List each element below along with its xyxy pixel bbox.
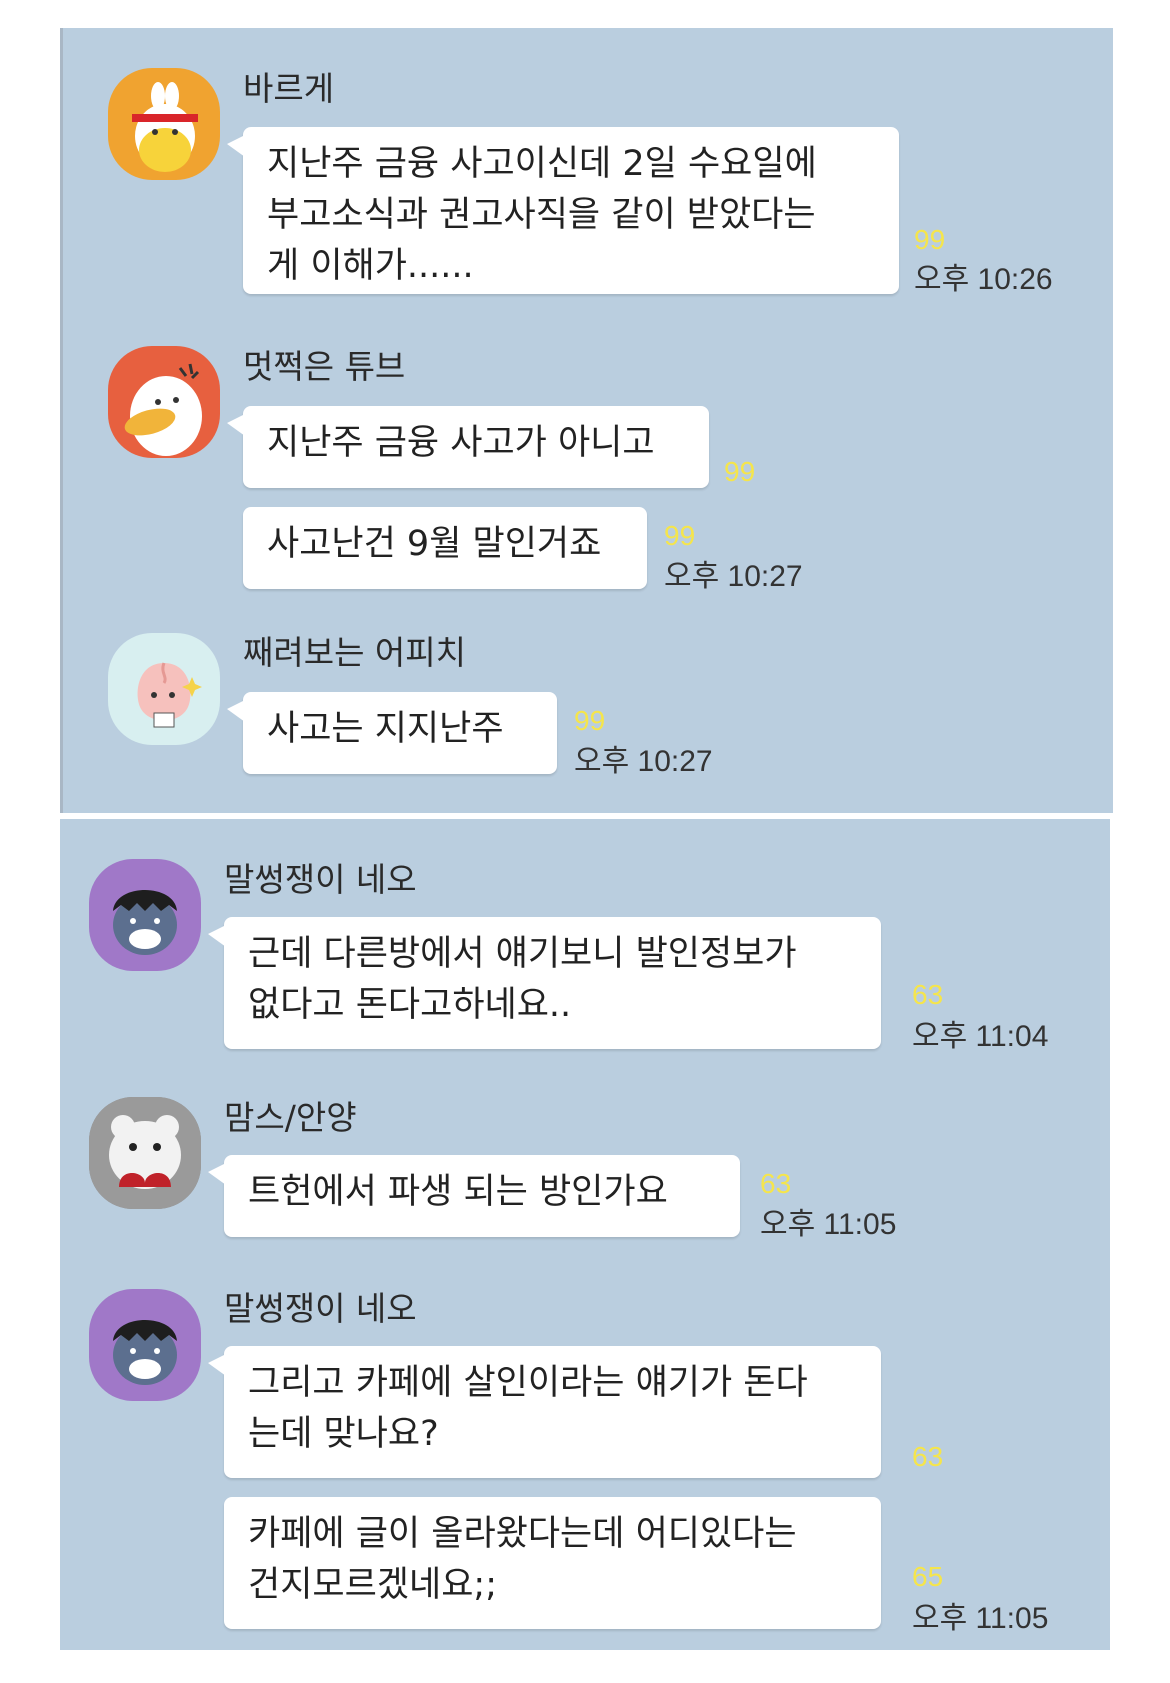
message-text: 트헌에서 파생 되는 방인가요 <box>248 1172 668 1212</box>
chat-panel-top: 바르게 지난주 금융 사고이신데 2일 수요일에 부고소식과 권고사직을 같이 … <box>60 28 1113 813</box>
sender-name: 멋쩍은 튜브 <box>243 347 406 386</box>
unread-count: 99 <box>664 520 696 551</box>
unread-count: 99 <box>724 456 756 487</box>
message-time: 오후 11:04 <box>912 1020 1049 1053</box>
message-bubble[interactable]: 근데 다른방에서 얘기보니 발인정보가 없다고 돈다고하네요.. <box>208 917 881 1049</box>
message-text: 카페에 글이 올라왔다는데 어디있다는 건지모르겠네요;; <box>248 1514 797 1605</box>
message-bubble[interactable]: 사고난건 9월 말인거죠 <box>243 507 647 589</box>
message-time: 오후 10:26 <box>914 263 1053 296</box>
unread-count: 99 <box>574 705 606 736</box>
tube-avatar-icon[interactable] <box>108 346 220 458</box>
sender-name: 맘스/안양 <box>224 1098 357 1137</box>
message-bubble[interactable]: 트헌에서 파생 되는 방인가요 <box>208 1155 740 1237</box>
message-time: 오후 11:05 <box>760 1208 897 1241</box>
unread-count: 63 <box>912 1441 944 1472</box>
neo-avatar-icon[interactable] <box>89 1289 201 1401</box>
message-text: 그리고 카페에 살인이라는 얘기가 돈다 는데 맞나요? <box>248 1363 808 1454</box>
message-text: 지난주 금융 사고가 아니고 <box>267 423 655 463</box>
message-time: 오후 11:05 <box>912 1602 1049 1635</box>
unread-count: 99 <box>914 224 946 255</box>
bear-photo-avatar[interactable] <box>89 1097 201 1209</box>
sender-name: 바르게 <box>243 69 335 108</box>
sender-name: 말썽쟁이 네오 <box>224 1289 417 1328</box>
message-text: 사고는 지지난주 <box>267 709 504 749</box>
message-text: 지난주 금융 사고이신데 2일 수요일에 부고소식과 권고사직을 같이 받았다는… <box>267 144 817 286</box>
chat-panel-bottom: 말썽쟁이 네오 근데 다른방에서 얘기보니 발인정보가 없다고 돈다고하네요..… <box>60 819 1110 1650</box>
neo-avatar-icon[interactable] <box>89 859 201 971</box>
unread-count: 63 <box>912 979 944 1010</box>
message-bubble[interactable]: 지난주 금융 사고가 아니고 <box>227 406 709 488</box>
message-time: 오후 10:27 <box>574 745 713 778</box>
message-time: 오후 10:27 <box>664 560 803 593</box>
ryan-avatar-icon[interactable] <box>108 68 220 180</box>
apeach-avatar-icon[interactable] <box>108 633 220 745</box>
message-bubble[interactable]: 카페에 글이 올라왔다는데 어디있다는 건지모르겠네요;; <box>224 1497 881 1629</box>
message-bubble[interactable]: 그리고 카페에 살인이라는 얘기가 돈다 는데 맞나요? <box>208 1346 881 1478</box>
sender-name: 째려보는 어피치 <box>243 633 467 672</box>
unread-count: 65 <box>912 1561 944 1592</box>
message-text: 근데 다른방에서 얘기보니 발인정보가 없다고 돈다고하네요.. <box>248 934 797 1025</box>
message-bubble[interactable]: 지난주 금융 사고이신데 2일 수요일에 부고소식과 권고사직을 같이 받았다는… <box>227 127 899 294</box>
unread-count: 63 <box>760 1168 792 1199</box>
sender-name: 말썽쟁이 네오 <box>224 860 417 899</box>
message-text: 사고난건 9월 말인거죠 <box>267 524 602 564</box>
message-bubble[interactable]: 사고는 지지난주 <box>227 692 557 774</box>
